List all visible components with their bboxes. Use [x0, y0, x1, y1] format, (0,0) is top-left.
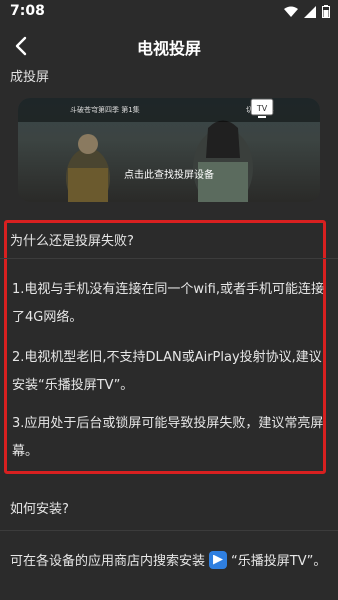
- divider: [0, 530, 338, 531]
- instruction-screenshot: 斗破苍穹第四季 第1集 切换线路 点击此查找投屏设备: [18, 98, 320, 202]
- battery-icon: [322, 5, 330, 18]
- status-time: 7:08: [10, 3, 45, 19]
- section-heading-partial: 成投屏: [10, 70, 50, 85]
- lebo-app-icon: [209, 550, 228, 569]
- wifi-icon: [284, 6, 298, 17]
- install-question: 如何安装?: [10, 502, 69, 517]
- faq-item: 1.电视与手机没有连接在同一个wifi,或者手机可能连接了4G网络。: [12, 282, 324, 325]
- install-app-name: “乐播投屏TV”。: [231, 554, 327, 569]
- video-top-bar: 斗破苍穹第四季 第1集 切换线路: [18, 98, 320, 122]
- faq-question: 为什么还是投屏失败?: [10, 234, 134, 249]
- top-navbar: 电视投屏: [0, 24, 338, 68]
- page-title: 电视投屏: [136, 39, 201, 58]
- install-text: 可在各设备的应用商店内搜索安装: [10, 554, 206, 569]
- status-bar: 7:08: [0, 0, 338, 24]
- faq-panel: 为什么还是投屏失败? 1.电视与手机没有连接在同一个wifi,或者手机可能连接了…: [0, 218, 338, 488]
- faq-item: 2.电视机型老旧,不支持DLAN或AirPlay投射协议,建议安装“乐播投屏TV…: [12, 350, 322, 393]
- tv-label: TV: [256, 104, 268, 113]
- tv-cast-icon: TV: [250, 98, 274, 118]
- divider: [0, 258, 338, 259]
- cast-hint: 点击此查找投屏设备: [124, 170, 214, 181]
- status-icons: [284, 5, 330, 18]
- signal-icon: [304, 5, 316, 18]
- faq-item: 3.应用处于后台或锁屏可能导致投屏失败，建议常亮屏幕。: [12, 416, 324, 459]
- install-instructions: 可在各设备的应用商店内搜索安装 “乐播投屏TV”。: [10, 550, 326, 569]
- video-title: 斗破苍穹第四季 第1集: [70, 106, 140, 114]
